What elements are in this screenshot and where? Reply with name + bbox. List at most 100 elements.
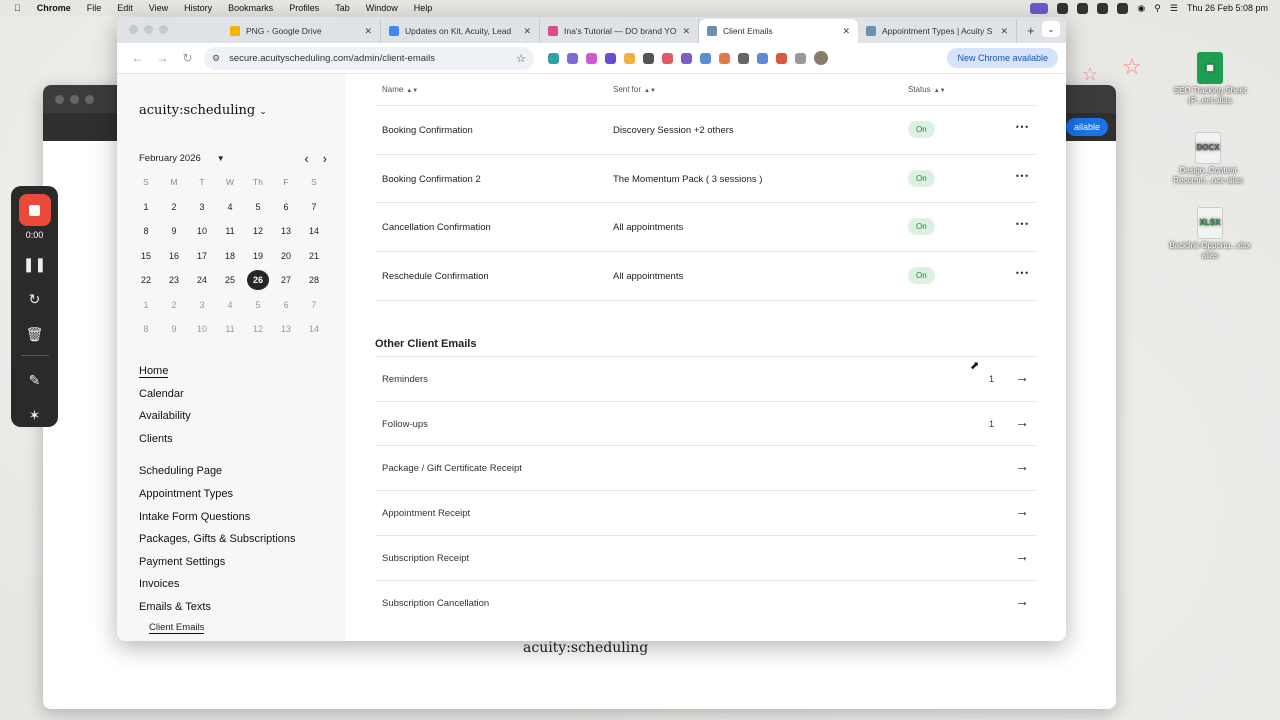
profile-avatar[interactable] xyxy=(814,51,828,65)
email-name[interactable]: Reschedule Confirmation xyxy=(382,271,489,282)
wifi-icon[interactable]: ◉ xyxy=(1137,3,1145,14)
calendar-day[interactable]: 12 xyxy=(247,319,269,339)
close-tab-icon[interactable]: ✕ xyxy=(364,26,372,37)
next-month-icon[interactable]: › xyxy=(323,151,327,166)
extension-icon[interactable] xyxy=(681,52,692,64)
calendar-day[interactable]: 9 xyxy=(163,319,185,339)
window-traffic-lights[interactable] xyxy=(117,25,182,43)
calendar-day[interactable]: 1 xyxy=(135,295,157,315)
calendar-day[interactable]: 13 xyxy=(275,319,297,339)
desktop-file-design-docx[interactable]: DOCX Design_Content Recomm...ocx alias xyxy=(1163,132,1253,186)
calendar-day[interactable]: 13 xyxy=(275,221,297,241)
email-row[interactable]: Cancellation Confirmation All appointment… xyxy=(375,203,1037,253)
email-name[interactable]: Booking Confirmation 2 xyxy=(382,174,481,185)
menubar-item[interactable]: Edit xyxy=(117,3,133,13)
email-row[interactable]: Booking Confirmation 2 The Momentum Pack … xyxy=(375,155,1037,204)
apple-icon[interactable]:  xyxy=(14,3,21,13)
calendar-day[interactable]: 6 xyxy=(275,295,297,315)
sidebar-item-scheduling-page[interactable]: Scheduling Page xyxy=(139,460,296,483)
calendar-day[interactable]: 27 xyxy=(275,270,297,290)
menubar-extension-icon[interactable] xyxy=(1097,2,1109,14)
calendar-day[interactable]: 19 xyxy=(247,246,269,266)
extension-icon[interactable] xyxy=(700,52,711,64)
extension-icon[interactable] xyxy=(586,52,597,64)
extension-icon[interactable] xyxy=(548,52,559,64)
draw-pen-icon[interactable]: ✎ xyxy=(23,369,47,391)
calendar-day[interactable]: 20 xyxy=(275,246,297,266)
sidebar-item-home[interactable]: Home xyxy=(139,360,296,383)
chrome-update-button[interactable]: New Chrome available xyxy=(947,48,1058,68)
calendar-day[interactable]: 11 xyxy=(219,319,241,339)
trash-icon[interactable]: 🗑 xyxy=(23,323,47,345)
tab-search-chevron-icon[interactable]: ⌄ xyxy=(1042,21,1060,37)
arrow-right-icon[interactable]: → xyxy=(1015,503,1029,519)
calendar-day[interactable]: 8 xyxy=(135,319,157,339)
calendar-day[interactable]: 10 xyxy=(191,221,213,241)
email-row[interactable]: Booking Confirmation Discovery Session +2… xyxy=(375,106,1037,155)
arrow-right-icon[interactable]: → xyxy=(1015,458,1029,474)
menubar-item[interactable]: View xyxy=(149,3,168,13)
sidebar-item-calendar[interactable]: Calendar xyxy=(139,383,296,406)
other-email-row[interactable]: Package / Gift Certificate Receipt → xyxy=(375,445,1037,490)
close-tab-icon[interactable]: ✕ xyxy=(682,26,690,37)
screen-recorder-icon[interactable] xyxy=(1030,2,1049,14)
other-email-row[interactable]: Subscription Receipt → xyxy=(375,534,1037,580)
calendar-day[interactable]: 17 xyxy=(191,246,213,266)
sidebar-item-intake-form-questions[interactable]: Intake Form Questions xyxy=(139,506,296,529)
more-options-icon[interactable]: ⋯ xyxy=(1015,118,1030,135)
sidebar-item-clients[interactable]: Clients xyxy=(139,428,296,451)
calendar-day[interactable]: 11 xyxy=(219,221,241,241)
menubar-item[interactable]: Tab xyxy=(335,3,350,13)
extension-icon[interactable] xyxy=(643,52,654,64)
extension-icon[interactable] xyxy=(605,52,616,64)
sidebar-item-availability[interactable]: Availability xyxy=(139,405,296,428)
calendar-day[interactable]: 2 xyxy=(163,295,185,315)
other-email-row[interactable]: Reminders 1 → xyxy=(375,356,1037,401)
extension-icon[interactable] xyxy=(719,52,730,64)
bookmark-star-icon[interactable]: ☆ xyxy=(516,52,526,65)
menubar-item[interactable]: History xyxy=(184,3,212,13)
calendar-day[interactable]: 1 xyxy=(135,197,157,217)
calendar-day[interactable]: 23 xyxy=(163,270,185,290)
calendar-day[interactable]: 25 xyxy=(219,270,241,290)
calendar-day[interactable]: 8 xyxy=(135,221,157,241)
email-row[interactable]: Reschedule Confirmation All appointments O… xyxy=(375,252,1037,301)
sidebar-item-packages-gifts-subscriptions[interactable]: Packages, Gifts & Subscriptions xyxy=(139,528,296,551)
close-tab-icon[interactable]: ✕ xyxy=(842,26,850,37)
menubar-app-name[interactable]: Chrome xyxy=(37,3,71,13)
calendar-day[interactable]: 14 xyxy=(303,221,325,241)
calendar-day[interactable]: 4 xyxy=(219,295,241,315)
desktop-file-backlink-xlsx[interactable]: XLSX Backlink Opportu...xlsx alias xyxy=(1165,207,1255,261)
calendar-day[interactable]: 10 xyxy=(191,319,213,339)
acuity-logo[interactable]: acuity:scheduling ⌄ xyxy=(139,103,267,118)
extension-icon[interactable] xyxy=(757,52,768,64)
col-sent-for[interactable]: Sent for ▲▼ xyxy=(613,85,656,94)
calendar-day[interactable]: 28 xyxy=(303,270,325,290)
control-center-icon[interactable]: ☰ xyxy=(1170,3,1178,14)
col-status[interactable]: Status ▲▼ xyxy=(908,85,946,94)
restart-icon[interactable]: ↻ xyxy=(23,288,47,310)
calendar-day[interactable]: 26 xyxy=(247,270,269,291)
sidebar-item-invoices[interactable]: Invoices xyxy=(139,573,296,596)
other-email-row[interactable]: Follow-ups 1 → xyxy=(375,400,1037,446)
url-text[interactable]: secure.acuityscheduling.com/admin/client… xyxy=(229,53,516,64)
calendar-day[interactable]: 12 xyxy=(247,221,269,241)
calendar-day[interactable]: 2 xyxy=(163,197,185,217)
spotlight-icon[interactable]: ⚲ xyxy=(1154,3,1161,14)
desktop-file-seo-sheet[interactable]: ▦ SEO Tracking Sheet (P...eet alias xyxy=(1165,52,1255,106)
prev-month-icon[interactable]: ‹ xyxy=(304,151,308,166)
close-tab-icon[interactable]: ✕ xyxy=(523,26,531,37)
other-email-row[interactable]: Appointment Receipt → xyxy=(375,490,1037,535)
close-tab-icon[interactable]: ✕ xyxy=(1000,26,1008,37)
calendar-day[interactable]: 4 xyxy=(219,197,241,217)
calendar-day[interactable]: 15 xyxy=(135,246,157,266)
calendar-day[interactable]: 14 xyxy=(303,319,325,339)
stop-recording-button[interactable] xyxy=(18,194,51,226)
browser-tab[interactable]: PNG - Google Drive ✕ xyxy=(222,19,381,43)
calendar-day[interactable]: 3 xyxy=(191,197,213,217)
menubar-extension-icon[interactable] xyxy=(1077,2,1089,14)
menubar-item[interactable]: Window xyxy=(366,3,398,13)
month-dropdown-icon[interactable]: ▼ xyxy=(217,154,225,163)
calendar-day[interactable]: 21 xyxy=(303,246,325,266)
browser-tab[interactable]: Client Emails ✕ xyxy=(699,19,858,43)
